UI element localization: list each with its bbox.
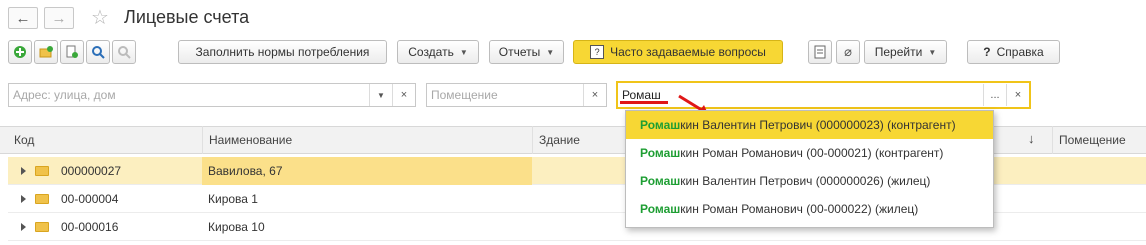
search-input[interactable]: Ромаш xyxy=(618,88,983,102)
column-room[interactable]: Помещение xyxy=(1052,126,1146,154)
suggestion-item[interactable]: Ромашкин Роман Романович (00-000022) (жи… xyxy=(626,195,993,223)
go-label: Перейти xyxy=(874,45,923,59)
favorite-star-icon[interactable]: ☆ xyxy=(91,5,109,30)
suggestion-item[interactable]: Ромашкин Валентин Петрович (000000023) (… xyxy=(626,111,993,139)
fill-norms-label: Заполнить нормы потребления xyxy=(195,45,370,59)
folder-icon xyxy=(35,194,49,204)
chevron-down-icon: ▼ xyxy=(928,47,937,57)
help-label: Справка xyxy=(996,45,1044,59)
cancel-search-icon xyxy=(118,46,131,59)
suggestion-item[interactable]: Ромашкин Валентин Петрович (000000026) (… xyxy=(626,167,993,195)
column-code[interactable]: Код xyxy=(8,126,202,154)
expand-icon[interactable] xyxy=(21,167,26,175)
suggestion-match: Ромаш xyxy=(640,146,681,160)
more-button[interactable]: ... xyxy=(983,84,1006,106)
chevron-down-icon: ▼ xyxy=(459,47,468,57)
paperclip-icon: ⌀ xyxy=(844,44,852,59)
list-icon xyxy=(814,45,826,59)
suggestions-dropdown: Ромашкин Валентин Петрович (000000023) (… xyxy=(625,110,994,228)
list-button[interactable] xyxy=(808,40,832,64)
column-name[interactable]: Наименование xyxy=(202,126,532,154)
help-icon: ? xyxy=(983,45,991,59)
folder-icon xyxy=(35,222,49,232)
add-folder-icon xyxy=(39,46,53,58)
room-input[interactable]: Помещение xyxy=(427,88,583,102)
add-button[interactable] xyxy=(8,40,32,64)
reports-label: Отчеты xyxy=(498,45,541,59)
add-group-button[interactable] xyxy=(34,40,58,64)
suggestion-rest: кин Роман Романович (00-000021) (контраг… xyxy=(680,146,944,160)
suggestion-match: Ромаш xyxy=(640,202,681,216)
folder-icon xyxy=(35,166,49,176)
cancel-search-button[interactable] xyxy=(112,40,136,64)
page-title: Лицевые счета xyxy=(124,7,250,27)
address-input[interactable]: Адрес: улица, дом xyxy=(9,88,369,102)
suggestion-match: Ромаш xyxy=(640,118,681,132)
add-icon xyxy=(14,46,26,58)
clear-icon[interactable]: × xyxy=(583,84,606,106)
go-button[interactable]: Перейти ▼ xyxy=(864,40,947,64)
room-filter[interactable]: Помещение × xyxy=(426,83,607,107)
forward-button[interactable]: → xyxy=(44,7,74,29)
faq-button[interactable]: ? Часто задаваемые вопросы xyxy=(573,40,783,64)
annotation-underline xyxy=(620,101,668,104)
faq-label: Часто задаваемые вопросы xyxy=(610,45,766,59)
create-button[interactable]: Создать ▼ xyxy=(397,40,479,64)
row-name: Вавилова, 67 xyxy=(208,164,283,178)
faq-icon: ? xyxy=(590,45,605,59)
attach-button[interactable]: ⌀ xyxy=(836,40,860,64)
find-button[interactable] xyxy=(86,40,110,64)
copy-button[interactable] xyxy=(60,40,84,64)
arrow-left-icon: ← xyxy=(15,9,31,27)
search-icon xyxy=(92,46,105,59)
reports-button[interactable]: Отчеты ▼ xyxy=(489,40,564,64)
row-code: 00-000004 xyxy=(61,192,119,206)
clear-icon[interactable]: × xyxy=(392,84,415,106)
row-name: Кирова 10 xyxy=(208,220,265,234)
row-code: 00-000016 xyxy=(61,220,119,234)
create-label: Создать xyxy=(408,45,454,59)
back-button[interactable]: ← xyxy=(8,7,38,29)
suggestion-rest: кин Роман Романович (00-000022) (жилец) xyxy=(680,202,919,216)
chevron-down-icon: ▼ xyxy=(546,47,555,57)
arrow-right-icon: → xyxy=(51,9,67,27)
row-name: Кирова 1 xyxy=(208,192,258,206)
sort-arrow-icon: ↓ xyxy=(1028,131,1035,146)
dropdown-arrow-icon[interactable]: ▼ xyxy=(369,84,392,106)
copy-icon xyxy=(66,45,78,58)
address-filter[interactable]: Адрес: улица, дом ▼ × xyxy=(8,83,416,107)
suggestion-match: Ромаш xyxy=(640,174,681,188)
expand-icon[interactable] xyxy=(21,195,26,203)
help-button[interactable]: ? Справка xyxy=(967,40,1060,64)
expand-icon[interactable] xyxy=(21,223,26,231)
suggestion-rest: кин Валентин Петрович (000000026) (жилец… xyxy=(680,174,931,188)
fill-norms-button[interactable]: Заполнить нормы потребления xyxy=(178,40,387,64)
clear-icon[interactable]: × xyxy=(1006,84,1029,106)
suggestion-item[interactable]: Ромашкин Роман Романович (00-000021) (ко… xyxy=(626,139,993,167)
row-code: 000000027 xyxy=(61,164,122,178)
suggestion-rest: кин Валентин Петрович (000000023) (контр… xyxy=(680,118,956,132)
